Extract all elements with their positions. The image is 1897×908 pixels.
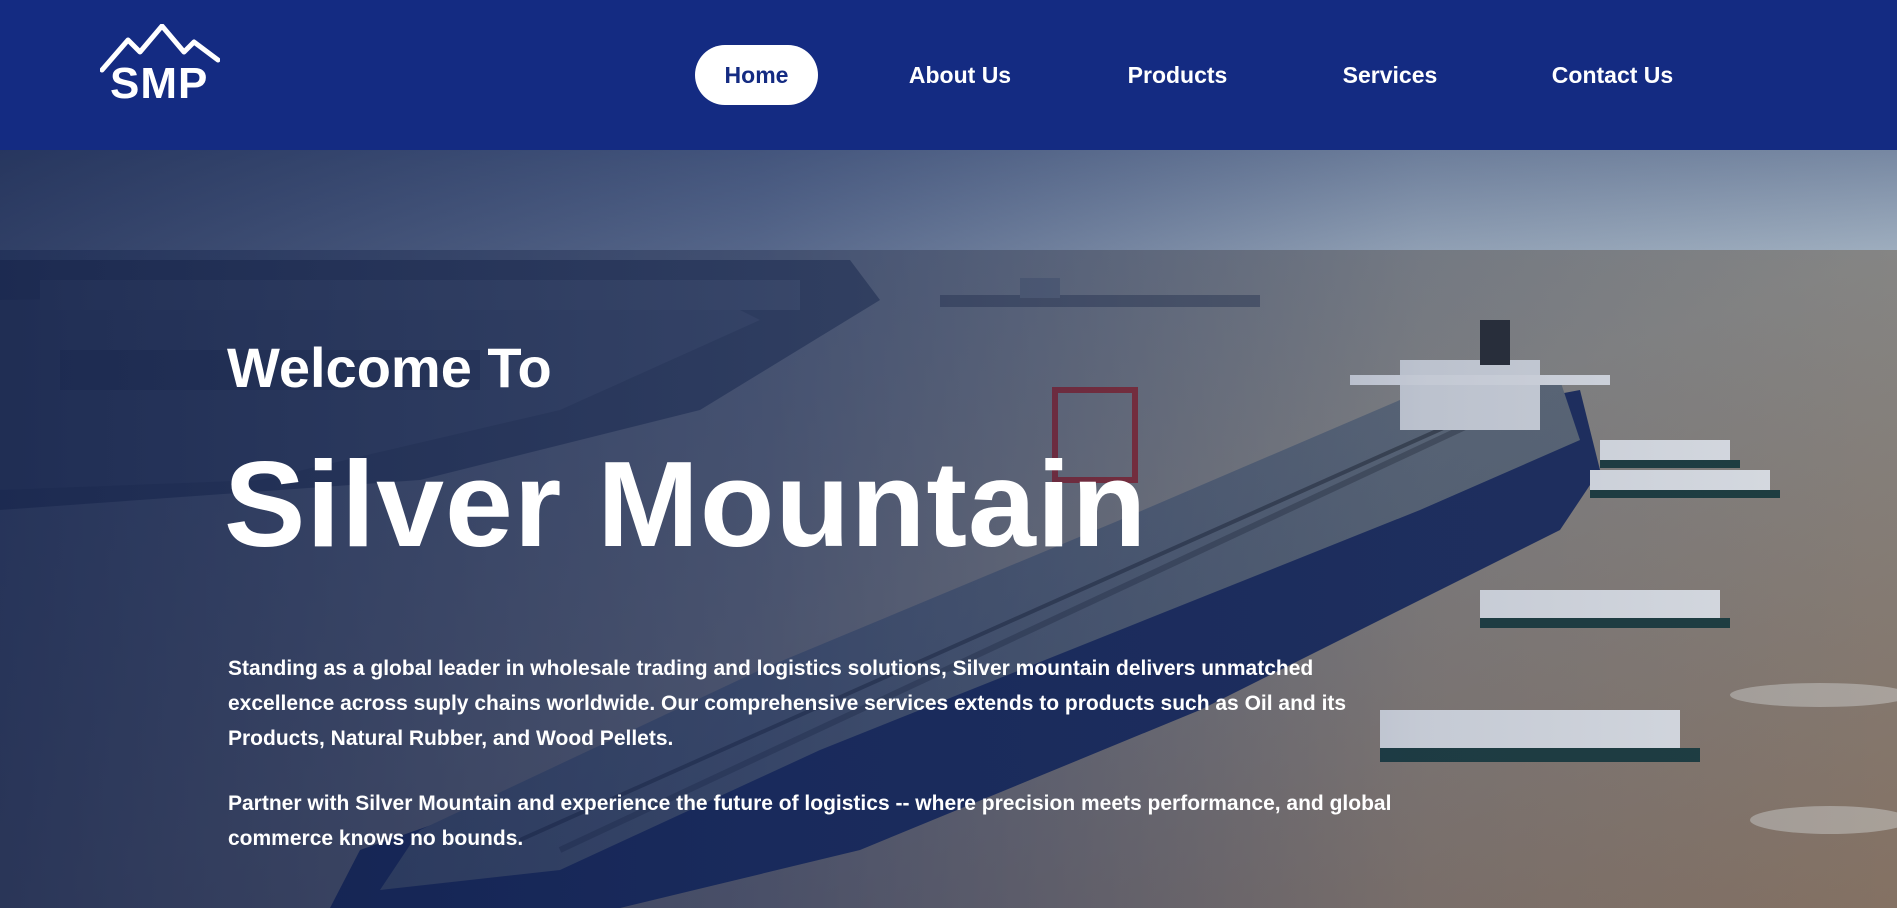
page: SMP Home About Us Products Services Cont… [0, 0, 1897, 908]
hero-welcome: Welcome To [227, 336, 552, 399]
nav-about-us[interactable]: About Us [895, 45, 1025, 105]
nav-services[interactable]: Services [1335, 45, 1445, 105]
nav-home[interactable]: Home [695, 45, 818, 105]
nav-products[interactable]: Products [1115, 45, 1240, 105]
main-nav: Home About Us Products Services Contact … [0, 0, 1897, 150]
hero-title: Silver Mountain [224, 436, 1148, 572]
site-header: SMP Home About Us Products Services Cont… [0, 0, 1897, 150]
hero-tagline: Partner with Silver Mountain and experie… [228, 792, 1392, 850]
hero-description: Standing as a global leader in wholesale… [228, 657, 1347, 750]
nav-contact-us[interactable]: Contact Us [1545, 45, 1680, 105]
hero-section: Welcome To Silver Mountain Standing as a… [0, 150, 1897, 908]
